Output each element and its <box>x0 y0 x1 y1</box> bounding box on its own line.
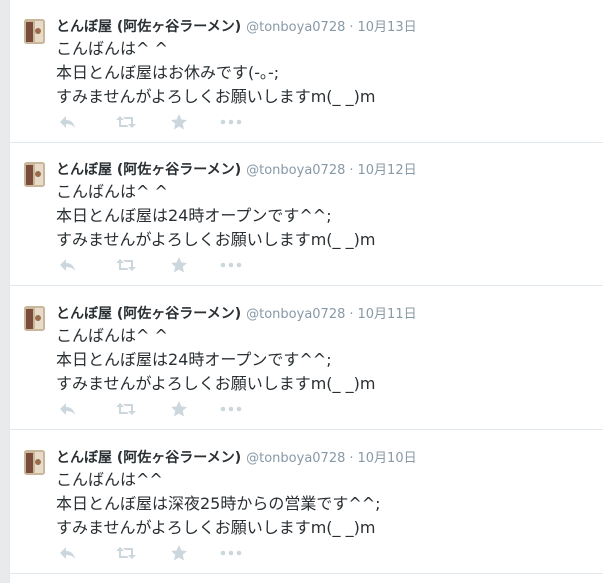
tweet-text-line: すみませんがよろしくお願いしますm(_ _)m <box>56 374 376 393</box>
favorite-icon[interactable] <box>169 255 195 275</box>
retweet-icon[interactable] <box>115 543 141 563</box>
author-name[interactable]: とんぼ屋 (阿佐ヶ谷ラーメン) <box>56 162 241 178</box>
more-icon[interactable] <box>219 399 245 419</box>
reply-icon[interactable] <box>58 255 84 275</box>
tweet-text-line: 本日とんぼ屋は深夜25時からの営業です^^; <box>56 494 381 513</box>
tweet-timeline: とんぼ屋 (阿佐ヶ谷ラーメン) @tonboya0728 · 10月13日 こんばんは… <box>9 0 603 583</box>
tweet-timestamp[interactable]: 10月12日 <box>358 163 417 178</box>
tweet-text-line: こんばんは^ ^ <box>56 39 168 58</box>
author-username[interactable]: @tonboya0728 <box>246 20 345 35</box>
tweet-header: とんぼ屋 (阿佐ヶ谷ラーメン) @tonboya0728 · 10月12日 <box>56 159 417 179</box>
tweet[interactable]: とんぼ屋 (阿佐ヶ谷ラーメン) @tonboya0728 · 10月12日 こんばんは… <box>10 143 603 286</box>
more-icon[interactable] <box>219 543 245 563</box>
retweet-icon[interactable] <box>115 255 141 275</box>
retweet-icon[interactable] <box>115 399 141 419</box>
reply-icon[interactable] <box>58 112 84 132</box>
avatar[interactable] <box>24 450 45 475</box>
favorite-icon[interactable] <box>169 399 195 419</box>
author-name[interactable]: とんぼ屋 (阿佐ヶ谷ラーメン) <box>56 19 241 35</box>
tweet-text: こんばんは^ ^ 本日とんぼ屋はお休みです(-｡-; すみませんがよろしくお願い… <box>56 37 586 109</box>
tweet-text-line: すみませんがよろしくお願いしますm(_ _)m <box>56 87 376 106</box>
more-icon[interactable] <box>219 112 245 132</box>
separator: · <box>349 307 354 322</box>
separator: · <box>349 163 354 178</box>
tweet-text-line: こんばんは^ ^ <box>56 326 168 345</box>
avatar[interactable] <box>24 306 45 331</box>
retweet-icon[interactable] <box>115 112 141 132</box>
tweet-header: とんぼ屋 (阿佐ヶ谷ラーメン) @tonboya0728 · 10月13日 <box>56 16 417 36</box>
author-name[interactable]: とんぼ屋 (阿佐ヶ谷ラーメン) <box>56 450 241 466</box>
tweet[interactable]: とんぼ屋 (阿佐ヶ谷ラーメン) @tonboya0728 · 10月11日 こんばんは… <box>10 287 603 430</box>
tweet-header: とんぼ屋 (阿佐ヶ谷ラーメン) @tonboya0728 · 10月10日 <box>56 447 417 467</box>
author-username[interactable]: @tonboya0728 <box>246 163 345 178</box>
tweet-text-line: こんばんは^ ^ <box>56 182 168 201</box>
avatar[interactable] <box>24 162 45 187</box>
tweet-text-line: 本日とんぼ屋は24時オープンです^^; <box>56 350 332 369</box>
reply-icon[interactable] <box>58 399 84 419</box>
tweet[interactable]: とんぼ屋 (阿佐ヶ谷ラーメン) @tonboya0728 · 10月10日 こんばんは… <box>10 431 603 574</box>
tweet-timestamp[interactable]: 10月10日 <box>358 451 417 466</box>
tweet-timestamp[interactable]: 10月11日 <box>358 307 417 322</box>
reply-icon[interactable] <box>58 543 84 563</box>
tweet[interactable]: とんぼ屋 (阿佐ヶ谷ラーメン) @tonboya0728 · 10月13日 こんばんは… <box>10 0 603 143</box>
tweet-text: こんばんは^^ 本日とんぼ屋は深夜25時からの営業です^^; すみませんがよろし… <box>56 468 586 540</box>
tweet-text-line: こんばんは^^ <box>56 470 163 489</box>
tweet-timestamp[interactable]: 10月13日 <box>358 20 417 35</box>
more-icon[interactable] <box>219 255 245 275</box>
author-username[interactable]: @tonboya0728 <box>246 307 345 322</box>
tweet-text-line: 本日とんぼ屋はお休みです(-｡-; <box>56 63 280 82</box>
tweet-text-line: すみませんがよろしくお願いしますm(_ _)m <box>56 518 376 537</box>
favorite-icon[interactable] <box>169 543 195 563</box>
favorite-icon[interactable] <box>169 112 195 132</box>
tweet-text-line: 本日とんぼ屋は24時オープンです^^; <box>56 206 332 225</box>
tweet-text-line: すみませんがよろしくお願いしますm(_ _)m <box>56 230 376 249</box>
tweet-header: とんぼ屋 (阿佐ヶ谷ラーメン) @tonboya0728 · 10月11日 <box>56 303 417 323</box>
author-username[interactable]: @tonboya0728 <box>246 451 345 466</box>
separator: · <box>349 451 354 466</box>
tweet-text: こんばんは^ ^ 本日とんぼ屋は24時オープンです^^; すみませんがよろしくお… <box>56 180 586 252</box>
author-name[interactable]: とんぼ屋 (阿佐ヶ谷ラーメン) <box>56 306 241 322</box>
avatar[interactable] <box>24 19 45 44</box>
tweet-text: こんばんは^ ^ 本日とんぼ屋は24時オープンです^^; すみませんがよろしくお… <box>56 324 586 396</box>
separator: · <box>349 20 354 35</box>
